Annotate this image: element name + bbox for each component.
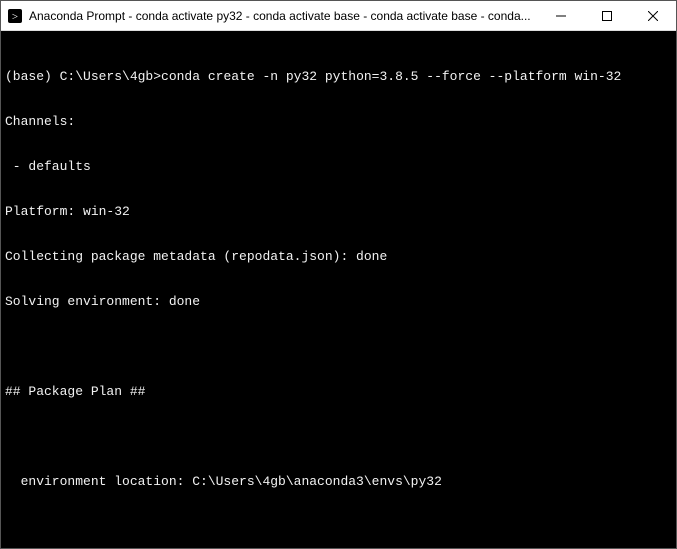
terminal[interactable]: (base) C:\Users\4gb>conda create -n py32… [1, 31, 676, 548]
window-title: Anaconda Prompt - conda activate py32 - … [29, 9, 538, 23]
anaconda-icon: > [7, 8, 23, 24]
output-line: - defaults [5, 159, 670, 174]
minimize-button[interactable] [538, 1, 584, 30]
env-location: environment location: C:\Users\4gb\anaco… [5, 474, 670, 489]
command: conda create -n py32 python=3.8.5 --forc… [161, 69, 621, 84]
blank-line [5, 339, 670, 354]
titlebar[interactable]: > Anaconda Prompt - conda activate py32 … [1, 1, 676, 31]
blank-line [5, 429, 670, 444]
svg-text:>: > [12, 11, 18, 23]
maximize-button[interactable] [584, 1, 630, 30]
plan-header: ## Package Plan ## [5, 384, 670, 399]
window-controls [538, 1, 676, 30]
close-button[interactable] [630, 1, 676, 30]
prompt: (base) C:\Users\4gb> [5, 69, 161, 84]
output-line: Collecting package metadata (repodata.js… [5, 249, 670, 264]
output-line: Channels: [5, 114, 670, 129]
blank-line [5, 519, 670, 534]
window: > Anaconda Prompt - conda activate py32 … [0, 0, 677, 549]
prompt-line: (base) C:\Users\4gb>conda create -n py32… [5, 69, 670, 84]
output-line: Solving environment: done [5, 294, 670, 309]
output-line: Platform: win-32 [5, 204, 670, 219]
